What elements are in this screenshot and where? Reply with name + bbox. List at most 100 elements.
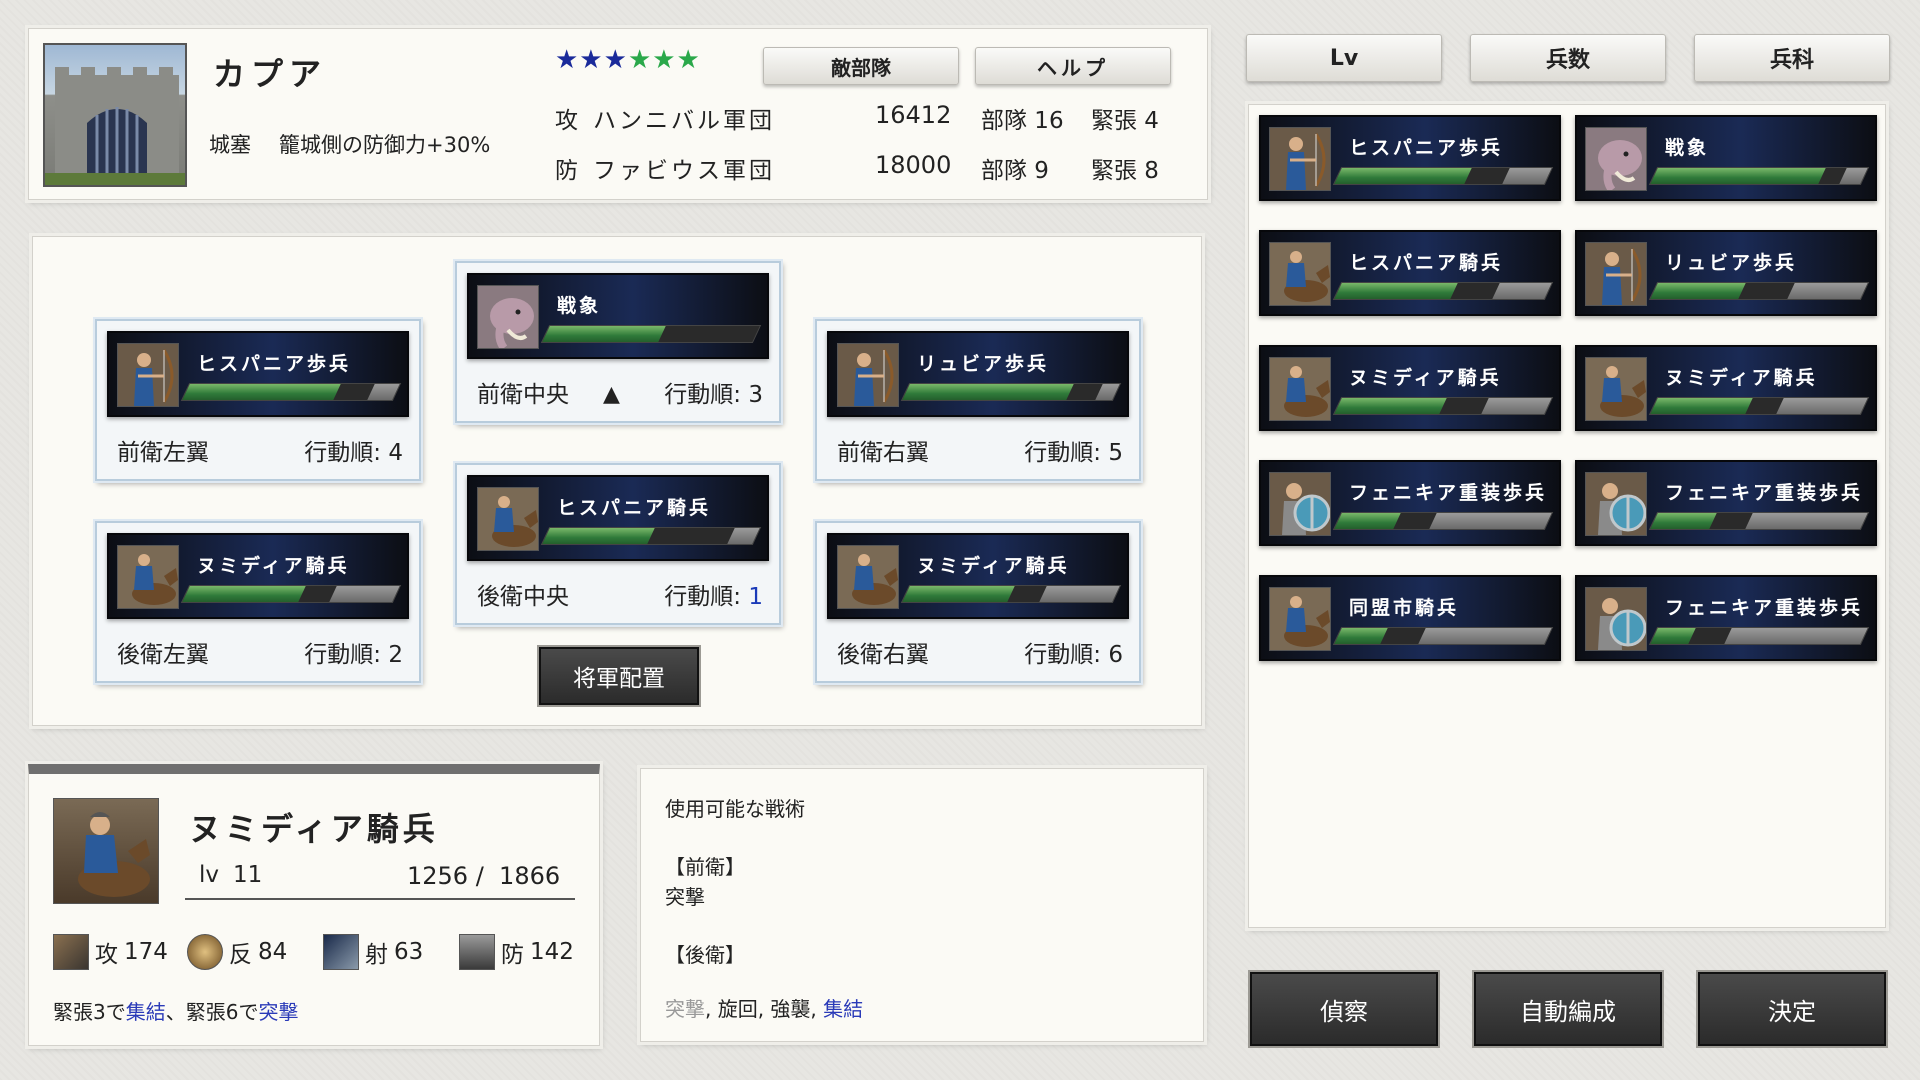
fort-effect: 籠城側の防御力+30% [279, 133, 491, 157]
slot-rear-left[interactable]: ヌミディア騎兵後衛左翼 行動順: 2 [95, 521, 421, 683]
unit-name: フェニキア重装歩兵 [1665, 597, 1864, 619]
slot-position-label: 前衛右翼 [837, 440, 929, 466]
attack-troop-count: 16412 [875, 101, 952, 129]
difficulty-stars: ★★★★★★ [555, 45, 701, 75]
castle-portrait [43, 43, 187, 187]
roster-unit-card[interactable]: ヌミディア騎兵 [1259, 345, 1561, 431]
attack-unit-count: 部隊 16 [981, 108, 1064, 134]
archer-portrait-icon [837, 343, 899, 407]
level-underline [185, 898, 575, 900]
slot-unit-card[interactable]: ヌミディア騎兵 [107, 533, 409, 619]
roster-unit-card[interactable]: フェニキア重装歩兵 [1575, 575, 1877, 661]
slot-action-order: 行動順: 5 [1024, 440, 1123, 466]
cavalry-portrait-icon [477, 487, 539, 551]
selected-unit-troops: 1256 / 1866 [407, 862, 561, 890]
cavalry-portrait-icon [1269, 242, 1331, 306]
unit-name: ヌミディア騎兵 [197, 555, 350, 577]
stat-ranged: 射 63 [323, 934, 423, 970]
slot-action-order: 行動順: 3 [664, 382, 763, 408]
slot-position-label: 後衛左翼 [117, 642, 209, 668]
roster-unit-card[interactable]: ヒスパニア騎兵 [1259, 230, 1561, 316]
slot-position-label: 後衛右翼 [837, 642, 929, 668]
unit-name: 戦象 [557, 295, 602, 317]
attack-army-name: ハンニバル軍団 [593, 108, 775, 134]
formation-panel: ヒスパニア歩兵 前衛左翼 行動順: 4 戦象 前衛中央 ▲ 行動順: 3 リュビア歩兵 前衛右翼… [32, 236, 1202, 726]
slot-front-left[interactable]: ヒスパニア歩兵前衛左翼 行動順: 4 [95, 319, 421, 481]
defense-icon [459, 934, 495, 970]
roster-unit-card[interactable]: リュビア歩兵 [1575, 230, 1877, 316]
slot-unit-card[interactable]: 戦象 [467, 273, 769, 359]
slot-unit-card[interactable]: ヒスパニア歩兵 [107, 331, 409, 417]
unit-roster-panel: ヒスパニア歩兵 戦象 ヒスパニア騎兵 リュビア歩兵 ヌミディア騎兵 ヌミディア騎兵 フェニキ… [1248, 104, 1886, 928]
unit-strength-bar [180, 585, 402, 603]
unit-name: ヌミディア騎兵 [1665, 367, 1818, 389]
slot-action-order: 行動順: 2 [304, 642, 403, 668]
front-tactics-list: 突撃 [665, 885, 705, 909]
roster-unit-card[interactable]: ヌミディア騎兵 [1575, 345, 1877, 431]
unit-strength-bar [540, 527, 762, 545]
slot-action-order: 行動順: 4 [304, 440, 403, 466]
defense-unit-count: 部隊 9 [981, 158, 1049, 184]
roster-unit-card[interactable]: ヒスパニア歩兵 [1259, 115, 1561, 201]
cavalry-portrait-icon [117, 545, 179, 609]
slot-front-right[interactable]: リュビア歩兵前衛右翼 行動順: 5 [815, 319, 1141, 481]
front-tactics-label: 【前衛】 [665, 855, 745, 879]
general-placement-button[interactable]: 将軍配置 [537, 645, 701, 707]
unit-name: ヒスパニア騎兵 [1349, 252, 1504, 274]
slot-rear-center[interactable]: ヒスパニア騎兵後衛中央 行動順: 1 [455, 463, 781, 625]
cavalry-portrait-icon [1585, 357, 1647, 421]
unit-strength-bar [1648, 627, 1870, 645]
roster-unit-card[interactable]: 戦象 [1575, 115, 1877, 201]
unit-name: フェニキア重装歩兵 [1665, 482, 1864, 504]
selected-marker-icon: ▲ [603, 382, 620, 407]
selected-unit-level-label: lv [199, 862, 220, 888]
slot-front-center[interactable]: 戦象 前衛中央 ▲ 行動順: 3 [455, 261, 781, 423]
scout-button[interactable]: 偵察 [1248, 970, 1440, 1048]
roster-unit-card[interactable]: フェニキア重装歩兵 [1575, 460, 1877, 546]
ranged-icon [323, 934, 359, 970]
slot-unit-card[interactable]: ヒスパニア騎兵 [467, 475, 769, 561]
stat-counter: 反 84 [187, 934, 287, 970]
help-button[interactable]: ヘルプ [975, 47, 1171, 85]
unit-name: リュビア歩兵 [1665, 252, 1798, 274]
unit-strength-bar [1648, 167, 1870, 185]
elephant-portrait-icon [477, 285, 539, 349]
slot-rear-right[interactable]: ヌミディア騎兵後衛右翼 行動順: 6 [815, 521, 1141, 683]
slot-action-order: 行動順: 1 [664, 584, 763, 610]
slot-unit-card[interactable]: ヌミディア騎兵 [827, 533, 1129, 619]
unit-name: フェニキア重装歩兵 [1349, 482, 1548, 504]
slot-action-order: 行動順: 6 [1024, 642, 1123, 668]
unit-name: リュビア歩兵 [917, 353, 1050, 375]
sort-type-tab[interactable]: 兵科 [1694, 34, 1890, 82]
archer-portrait-icon [1585, 242, 1647, 306]
unit-strength-bar [1648, 282, 1870, 300]
slot-unit-card[interactable]: リュビア歩兵 [827, 331, 1129, 417]
auto-formation-button[interactable]: 自動編成 [1472, 970, 1664, 1048]
attack-side-label: 攻 [555, 108, 578, 134]
defense-side-label: 防 [555, 158, 578, 184]
unit-strength-bar [1648, 397, 1870, 415]
rear-tactics-label: 【後衛】 [665, 943, 745, 967]
unit-strength-bar [1332, 512, 1554, 530]
sort-troops-tab[interactable]: 兵数 [1470, 34, 1666, 82]
stat-defense: 防 142 [459, 934, 574, 970]
unit-name: 同盟市騎兵 [1349, 597, 1460, 619]
unit-name: ヌミディア騎兵 [1349, 367, 1502, 389]
confirm-button[interactable]: 決定 [1696, 970, 1888, 1048]
unit-name: ヌミディア騎兵 [917, 555, 1070, 577]
unit-strength-bar [540, 325, 762, 343]
roster-unit-card[interactable]: フェニキア重装歩兵 [1259, 460, 1561, 546]
selected-unit-portrait [53, 798, 159, 904]
castle-name: カプア [213, 55, 328, 93]
unit-name: ヒスパニア騎兵 [557, 497, 712, 519]
defense-troop-count: 18000 [875, 151, 952, 179]
stat-attack: 攻 174 [53, 934, 168, 970]
unit-strength-bar [900, 585, 1122, 603]
enemy-units-button[interactable]: 敵部隊 [763, 47, 959, 85]
slot-position-label: 前衛左翼 [117, 440, 209, 466]
shield-infantry-portrait-icon [1585, 472, 1647, 536]
roster-unit-card[interactable]: 同盟市騎兵 [1259, 575, 1561, 661]
slot-position-label: 後衛中央 [477, 584, 569, 610]
sort-lv-tab[interactable]: Lv [1246, 34, 1442, 82]
fort-type: 城塞 [209, 133, 251, 157]
